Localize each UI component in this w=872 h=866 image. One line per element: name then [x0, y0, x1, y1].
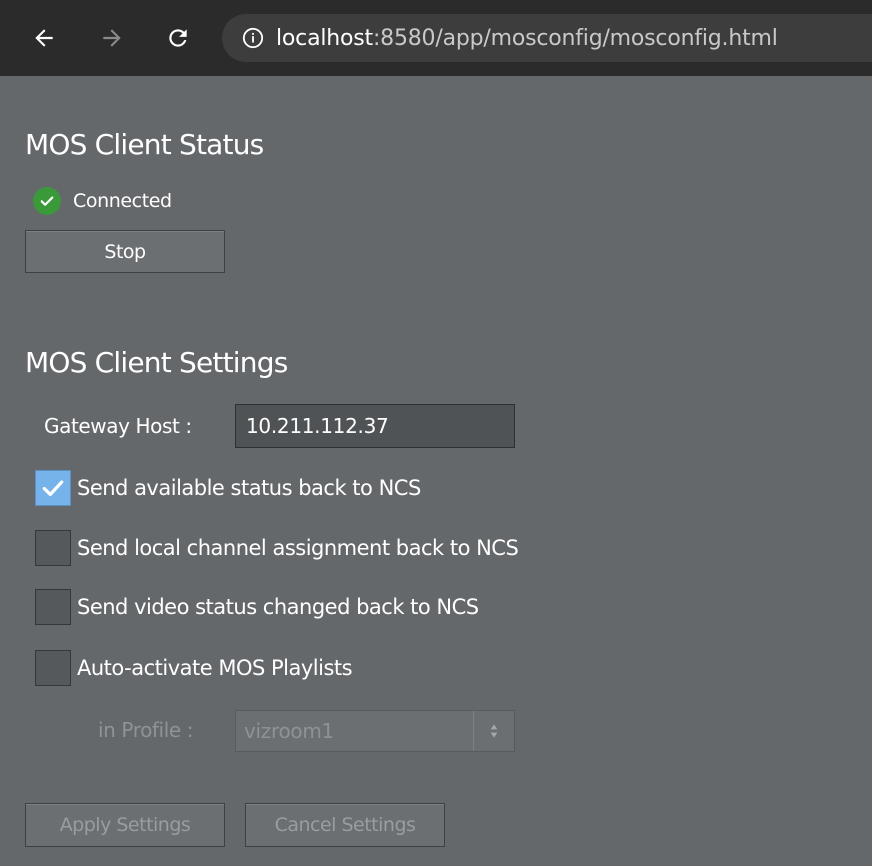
- profile-label: in Profile :: [98, 718, 194, 742]
- option-send-video-status[interactable]: Send video status changed back to NCS: [35, 589, 479, 625]
- profile-select-value: vizroom1: [244, 719, 334, 743]
- address-bar[interactable]: localhost:8580/app/mosconfig/mosconfig.h…: [222, 14, 872, 62]
- updown-arrow-icon: [473, 711, 514, 751]
- checkbox-auto-activate-playlists[interactable]: [35, 650, 71, 686]
- browser-toolbar: localhost:8580/app/mosconfig/mosconfig.h…: [0, 0, 872, 76]
- gateway-host-label: Gateway Host :: [44, 414, 192, 438]
- forward-button[interactable]: [94, 16, 130, 60]
- check-circle-icon: [33, 187, 61, 215]
- apply-settings-button[interactable]: Apply Settings: [25, 803, 225, 847]
- checkbox-send-video-status[interactable]: [35, 589, 71, 625]
- url-text: localhost:8580/app/mosconfig/mosconfig.h…: [276, 26, 778, 51]
- status-section-title: MOS Client Status: [25, 128, 264, 161]
- connection-status: Connected: [33, 187, 172, 215]
- option-auto-activate-playlists[interactable]: Auto-activate MOS Playlists: [35, 650, 353, 686]
- checkbox-send-local-channel[interactable]: [35, 530, 71, 566]
- option-send-available-status[interactable]: Send available status back to NCS: [35, 470, 421, 506]
- option-label: Send available status back to NCS: [77, 476, 421, 500]
- option-label: Auto-activate MOS Playlists: [77, 656, 353, 680]
- checkbox-send-available-status[interactable]: [35, 470, 71, 506]
- back-button[interactable]: [26, 16, 62, 60]
- page: localhost:8580/app/mosconfig/mosconfig.h…: [0, 0, 872, 866]
- gateway-host-input[interactable]: [235, 404, 515, 448]
- url-path: :8580/app/mosconfig/mosconfig.html: [372, 25, 778, 51]
- back-arrow-icon: [35, 29, 53, 47]
- option-send-local-channel[interactable]: Send local channel assignment back to NC…: [35, 530, 519, 566]
- status-text: Connected: [73, 190, 172, 212]
- option-label: Send video status changed back to NCS: [77, 595, 479, 619]
- url-host: localhost: [276, 25, 373, 51]
- stop-button[interactable]: Stop: [25, 230, 225, 273]
- info-icon[interactable]: [242, 27, 264, 49]
- forward-arrow-icon: [103, 29, 121, 47]
- cancel-settings-button[interactable]: Cancel Settings: [245, 803, 445, 847]
- profile-select[interactable]: vizroom1: [235, 710, 515, 752]
- option-label: Send local channel assignment back to NC…: [77, 536, 519, 560]
- reload-icon: [169, 29, 187, 47]
- checkmark-icon: [42, 480, 64, 497]
- reload-button[interactable]: [160, 16, 196, 60]
- settings-section-title: MOS Client Settings: [25, 346, 288, 379]
